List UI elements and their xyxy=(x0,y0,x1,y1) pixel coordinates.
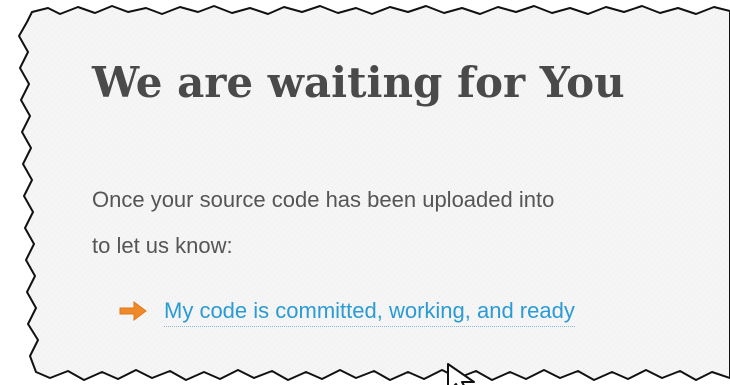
commit-link-row: My code is committed, working, and ready xyxy=(118,296,575,327)
mouse-pointer-icon xyxy=(447,363,475,385)
body-text-line-1: Once your source code has been uploaded … xyxy=(92,187,555,212)
arrow-right-icon xyxy=(118,300,148,322)
screenshot-stage: We are waiting for You Once your source … xyxy=(0,0,730,385)
page-content: We are waiting for You Once your source … xyxy=(0,0,730,385)
page-title: We are waiting for You xyxy=(92,58,625,107)
body-text-line-2: to let us know: xyxy=(92,233,233,258)
code-ready-link[interactable]: My code is committed, working, and ready xyxy=(164,298,575,327)
